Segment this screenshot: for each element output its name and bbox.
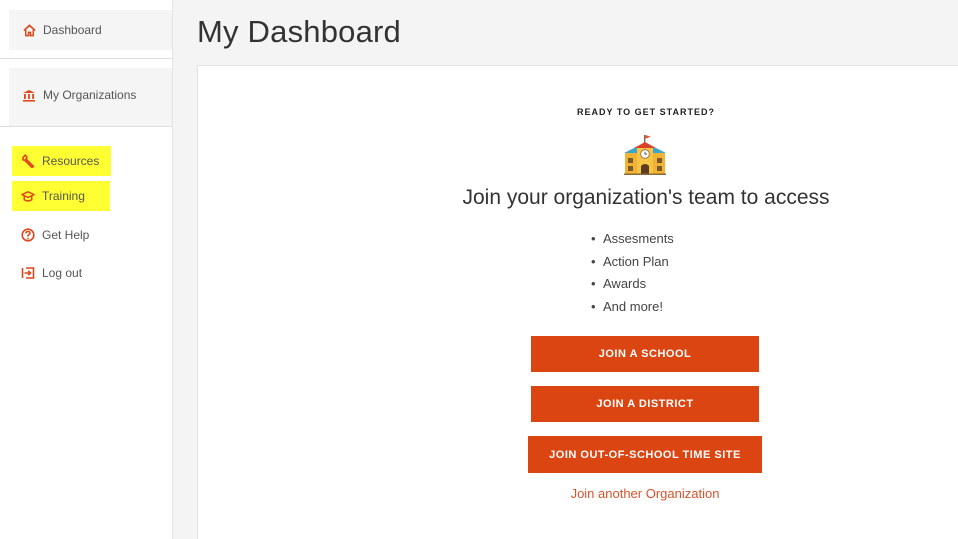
sidebar-item-resources[interactable]: Resources [12, 146, 111, 176]
sidebar-item-dashboard[interactable]: Dashboard [9, 10, 172, 50]
sidebar-item-label: Resources [42, 154, 100, 168]
sidebar-item-training[interactable]: Training [12, 181, 110, 211]
sidebar-divider [0, 126, 172, 127]
list-item: And more! [591, 296, 674, 319]
join-school-button[interactable]: JOIN A SCHOOL [531, 336, 759, 372]
sidebar-item-label: Dashboard [43, 23, 102, 37]
page-title: My Dashboard [197, 14, 401, 49]
ready-label: READY TO GET STARTED? [576, 107, 715, 117]
home-icon [22, 23, 36, 37]
sidebar-item-label: Log out [42, 266, 83, 280]
list-item: Awards [591, 273, 674, 296]
school-icon [624, 133, 666, 175]
list-item: Assesments [591, 228, 674, 251]
wrench-icon [21, 154, 35, 168]
sidebar: Dashboard My Organizations Resources Tra… [0, 0, 173, 539]
join-heading: Join your organization's team to access [462, 186, 830, 209]
sidebar-item-get-help[interactable]: Get Help [21, 224, 89, 246]
logout-icon [21, 266, 35, 280]
sidebar-item-log-out[interactable]: Log out [21, 262, 82, 284]
list-item: Action Plan [591, 251, 674, 274]
sidebar-item-label: Get Help [42, 228, 90, 242]
sidebar-item-label: Training [42, 189, 85, 203]
sidebar-divider [0, 58, 172, 59]
join-another-organization-link[interactable]: Join another Organization [530, 486, 760, 501]
app-window: Dashboard My Organizations Resources Tra… [0, 0, 958, 539]
help-icon [21, 228, 35, 242]
join-ost-site-button[interactable]: JOIN OUT-OF-SCHOOL TIME SITE [528, 436, 762, 473]
feature-list: Assesments Action Plan Awards And more! [591, 228, 674, 318]
join-district-button[interactable]: JOIN A DISTRICT [531, 386, 759, 422]
graduation-cap-icon [21, 189, 35, 203]
building-icon [22, 88, 36, 102]
sidebar-item-label: My Organizations [43, 88, 137, 102]
sidebar-item-my-organizations[interactable]: My Organizations [9, 68, 172, 126]
